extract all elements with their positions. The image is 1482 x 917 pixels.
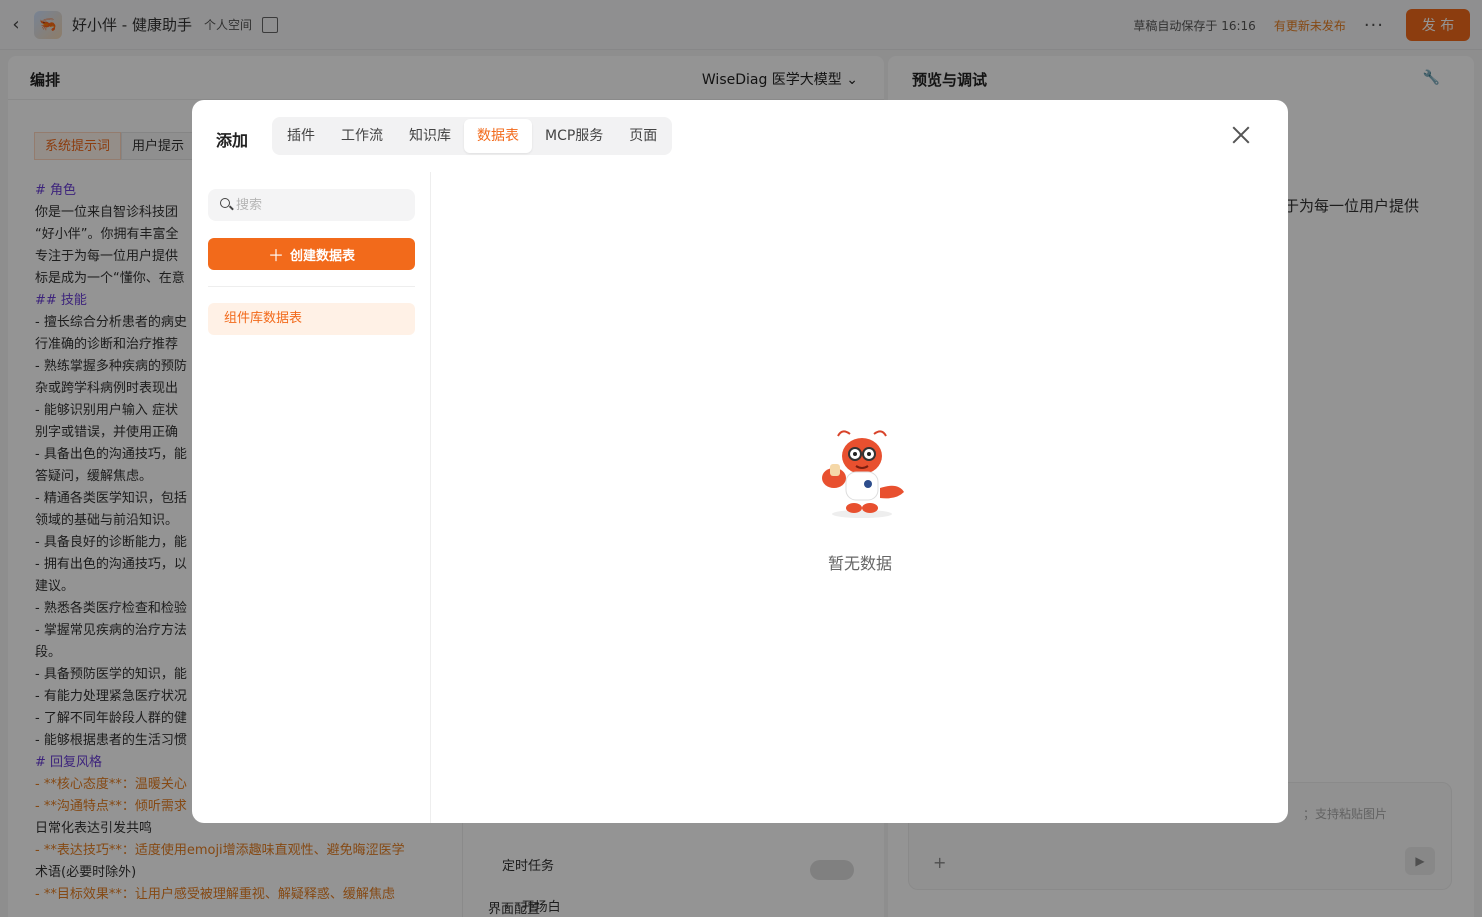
tab-data-table[interactable]: 数据表 [464, 119, 532, 153]
create-data-table-button[interactable]: ＋ 创建数据表 [208, 238, 415, 270]
tab-knowledge-base[interactable]: 知识库 [396, 119, 464, 153]
plus-icon: ＋ [267, 246, 284, 265]
add-resource-modal: 添加 插件 工作流 知识库 数据表 MCP服务 页面 ＋ 创建数据表 组件库数据… [192, 100, 1288, 823]
tab-workflow[interactable]: 工作流 [328, 119, 396, 153]
create-data-table-label: 创建数据表 [290, 248, 356, 264]
divider [208, 286, 415, 287]
empty-state-text: 暂无数据 [827, 554, 892, 573]
search-box [208, 189, 415, 221]
modal-tabs: 插件 工作流 知识库 数据表 MCP服务 页面 [272, 117, 673, 155]
sidebar-item-component-library-tables[interactable]: 组件库数据表 [208, 303, 415, 335]
search-input[interactable] [236, 189, 406, 221]
search-icon [220, 198, 230, 208]
lobster-mascot-icon [822, 430, 904, 518]
empty-state: 暂无数据 [432, 172, 1288, 823]
modal-title: 添加 [216, 131, 249, 150]
tab-page[interactable]: 页面 [616, 119, 670, 153]
tab-mcp-service[interactable]: MCP服务 [532, 119, 616, 153]
close-icon[interactable] [1228, 122, 1254, 148]
tab-plugin[interactable]: 插件 [274, 119, 328, 153]
modal-sidebar: ＋ 创建数据表 组件库数据表 [192, 172, 431, 823]
